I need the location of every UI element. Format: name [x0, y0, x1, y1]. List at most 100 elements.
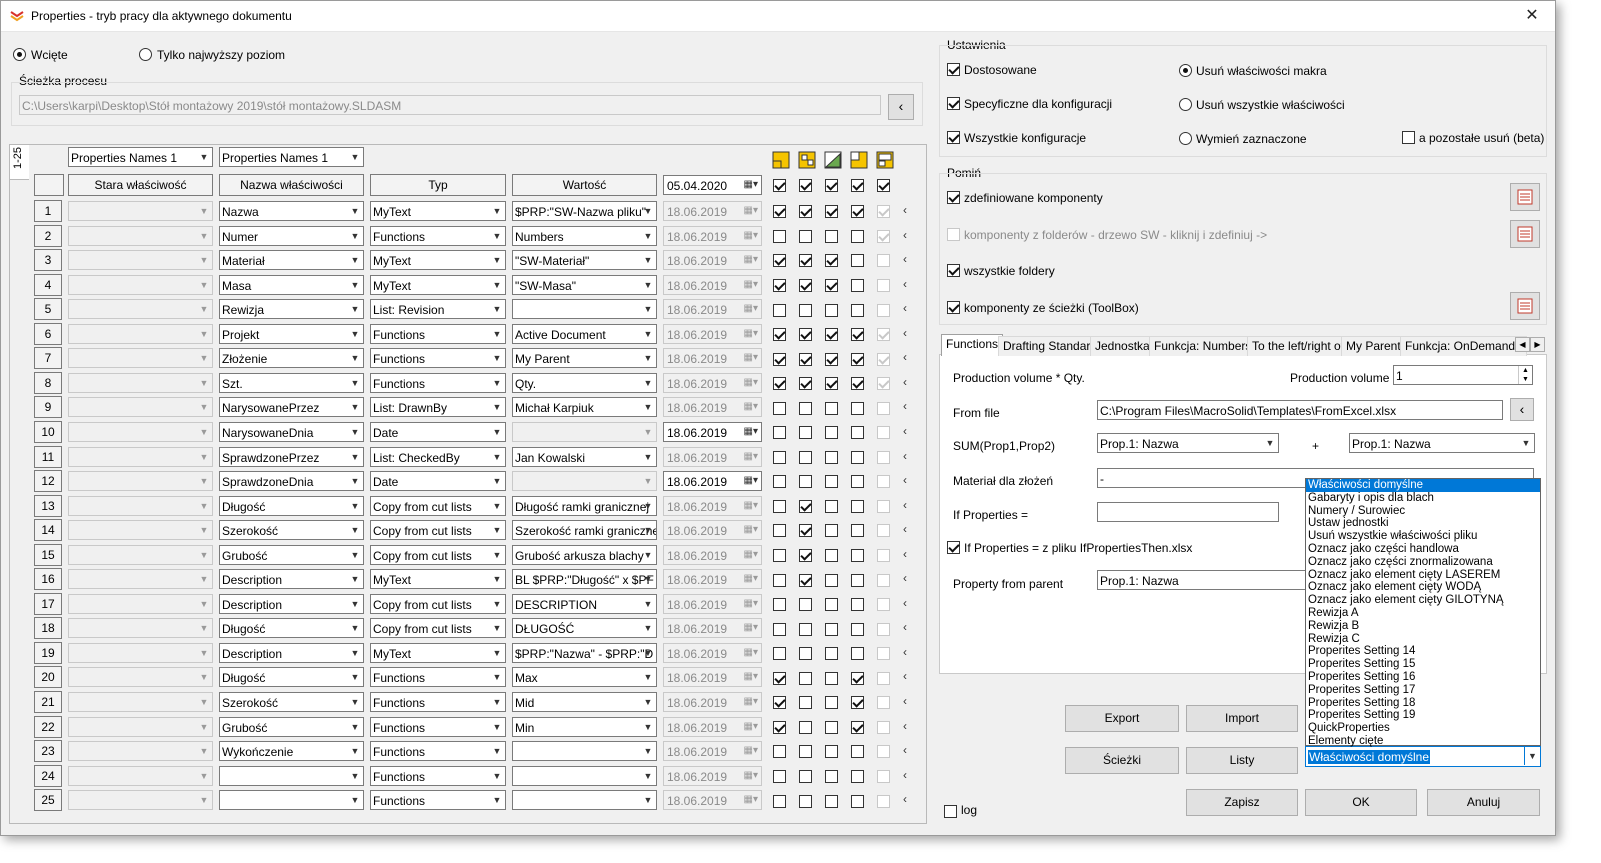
row-checkbox[interactable] — [799, 695, 812, 710]
row-checkbox[interactable] — [773, 204, 786, 219]
property-type-select[interactable]: Functions ▼ — [370, 323, 506, 344]
row-date-picker[interactable]: 18.06.2019 ▦▾ — [663, 716, 762, 737]
old-property-select[interactable]: ▼ — [68, 348, 213, 369]
preset-option[interactable]: Rewizja B — [1306, 620, 1540, 633]
old-property-select[interactable]: ▼ — [68, 225, 213, 246]
row-date-picker[interactable]: 18.06.2019 ▦▾ — [663, 421, 762, 442]
property-name-select[interactable]: Masa ▼ — [219, 274, 364, 295]
column-header-name[interactable]: Nazwa właściwości — [219, 174, 364, 196]
row-checkbox[interactable] — [851, 720, 864, 734]
row-checkbox[interactable] — [773, 646, 786, 661]
row-checkbox[interactable] — [851, 670, 864, 685]
preset-option[interactable]: Oznacz jako element cięty GILOTYNĄ — [1306, 594, 1540, 607]
row-number[interactable]: 18 — [34, 617, 62, 640]
remove-macro-radio[interactable] — [1179, 63, 1192, 78]
header-checkbox[interactable] — [799, 178, 812, 193]
row-date-picker[interactable]: 18.06.2019 ▦▾ — [663, 471, 762, 492]
chevron-left-icon[interactable]: ‹ — [903, 228, 907, 242]
property-value-select[interactable]: Szerokość ramki graniczne ▼ — [512, 520, 657, 541]
config-specific-checkbox[interactable] — [947, 96, 960, 111]
preset-option[interactable]: Rewizja A — [1306, 607, 1540, 620]
row-checkbox[interactable] — [877, 450, 890, 464]
row-checkbox[interactable] — [851, 695, 864, 710]
property-type-select[interactable]: MyText ▼ — [370, 569, 506, 590]
row-number[interactable]: 17 — [34, 592, 62, 615]
row-checkbox[interactable] — [825, 744, 838, 759]
row-number[interactable]: 25 — [34, 789, 62, 812]
remove-all-radio[interactable] — [1179, 97, 1192, 112]
old-property-select[interactable]: ▼ — [68, 250, 213, 271]
row-date-picker[interactable]: 18.06.2019 ▦▾ — [663, 741, 762, 762]
row-checkbox[interactable] — [773, 597, 786, 612]
sheet-metal-icon[interactable] — [824, 151, 842, 169]
row-checkbox[interactable] — [825, 548, 838, 563]
property-value-select[interactable]: Michał Karpiuk ▼ — [512, 397, 657, 418]
row-checkbox[interactable] — [877, 720, 890, 734]
if-properties-field[interactable] — [1097, 502, 1279, 522]
top-level-radio[interactable] — [139, 47, 152, 62]
chevron-left-icon[interactable]: ‹ — [903, 792, 907, 806]
property-type-select[interactable]: Functions ▼ — [370, 765, 506, 786]
property-name-select[interactable]: Description ▼ — [219, 642, 364, 663]
preset-option[interactable]: Elementy cięte — [1306, 735, 1540, 748]
property-type-select[interactable]: Functions ▼ — [370, 741, 506, 762]
property-name-select[interactable]: Złożenie ▼ — [219, 348, 364, 369]
property-type-select[interactable]: Functions ▼ — [370, 790, 506, 811]
chevron-left-icon[interactable]: ‹ — [903, 620, 907, 634]
row-checkbox[interactable] — [825, 499, 838, 513]
row-checkbox[interactable] — [877, 793, 890, 808]
old-property-select[interactable]: ▼ — [68, 201, 213, 221]
row-checkbox[interactable] — [799, 425, 812, 440]
row-checkbox[interactable] — [773, 793, 786, 808]
row-checkbox[interactable] — [825, 793, 838, 808]
row-date-picker[interactable]: 18.06.2019 ▦▾ — [663, 495, 762, 516]
chevron-left-icon[interactable]: ‹ — [903, 719, 907, 733]
preset-option[interactable]: Properites Setting 19 — [1306, 709, 1540, 722]
row-date-picker[interactable]: 18.06.2019 ▦▾ — [663, 225, 762, 246]
row-checkbox[interactable] — [877, 769, 890, 783]
row-number[interactable]: 21 — [34, 691, 62, 713]
row-checkbox[interactable] — [877, 351, 890, 366]
property-name-select[interactable]: SprawdzoneDnia ▼ — [219, 471, 364, 492]
property-name-select[interactable]: Szerokość ▼ — [219, 692, 364, 712]
chevron-left-icon[interactable]: ‹ — [903, 768, 907, 782]
preset-option[interactable]: Properites Setting 14 — [1306, 645, 1540, 658]
column-header-value[interactable]: Wartość — [512, 174, 657, 196]
property-value-select[interactable]: "SW-Masa" ▼ — [512, 274, 657, 295]
preset-option[interactable]: Numery / Surowiec — [1306, 505, 1540, 518]
folder-components-list-button[interactable] — [1510, 220, 1540, 248]
toolbox-list-button[interactable] — [1510, 292, 1540, 320]
property-type-select[interactable]: Functions ▼ — [370, 667, 506, 688]
chevron-left-icon[interactable]: ‹ — [903, 743, 907, 757]
header-date-picker[interactable]: 05.04.2020 ▦▾ — [663, 175, 762, 195]
chevron-left-icon[interactable]: ‹ — [903, 375, 907, 389]
preset-option[interactable]: Oznacz jako element cięty WODĄ — [1306, 581, 1540, 594]
custom-checkbox[interactable] — [947, 62, 960, 77]
tab-scroll-right[interactable]: ▶ — [1530, 337, 1545, 352]
old-property-select[interactable]: ▼ — [68, 544, 213, 565]
row-checkbox[interactable] — [851, 793, 864, 808]
property-type-select[interactable]: MyText ▼ — [370, 642, 506, 663]
defined-components-checkbox[interactable] — [947, 190, 960, 205]
property-name-select[interactable]: NarysowaneDnia ▼ — [219, 421, 364, 442]
row-checkbox[interactable] — [851, 474, 864, 489]
row-number[interactable]: 10 — [34, 420, 62, 443]
row-number[interactable]: 9 — [34, 396, 62, 419]
row-checkbox[interactable] — [773, 474, 786, 489]
chevron-left-icon[interactable]: ‹ — [903, 252, 907, 266]
property-type-select[interactable]: Functions ▼ — [370, 348, 506, 369]
row-number[interactable]: 15 — [34, 543, 62, 566]
import-button[interactable]: Import — [1186, 705, 1298, 732]
old-property-select[interactable]: ▼ — [68, 569, 213, 590]
property-type-select[interactable]: List: CheckedBy ▼ — [370, 446, 506, 467]
property-value-select[interactable]: ▼ — [512, 790, 657, 811]
property-value-select[interactable]: Numbers ▼ — [512, 225, 657, 246]
header-checkbox[interactable] — [877, 178, 890, 193]
row-checkbox[interactable] — [851, 646, 864, 661]
header-checkbox[interactable] — [773, 178, 786, 193]
row-date-picker[interactable]: 18.06.2019 ▦▾ — [663, 667, 762, 688]
chevron-left-icon[interactable]: ‹ — [903, 399, 907, 413]
row-checkbox[interactable] — [877, 548, 890, 563]
property-type-select[interactable]: Date ▼ — [370, 421, 506, 442]
row-checkbox[interactable] — [851, 425, 864, 440]
